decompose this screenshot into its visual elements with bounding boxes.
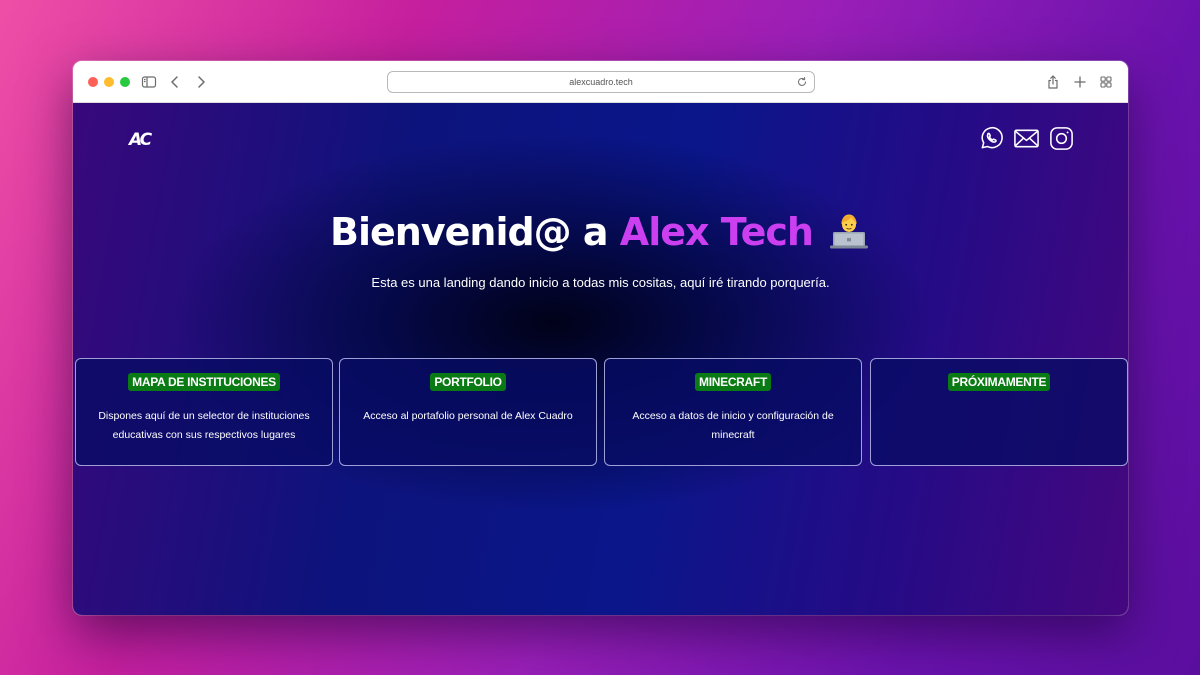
window-controls — [88, 77, 130, 87]
landing-page: AC Bienvenid@ a Alex Tech Esta es una la… — [73, 103, 1128, 615]
tab-overview-icon[interactable] — [1098, 74, 1114, 90]
title-accent: Alex Tech — [619, 210, 814, 254]
browser-window: alexcuadro.tech AC Bienvenid@ a Alex Tec… — [73, 61, 1128, 615]
reload-icon[interactable] — [796, 76, 808, 88]
card-title: MINECRAFT — [695, 373, 771, 391]
address-url: alexcuadro.tech — [569, 77, 633, 87]
card-title: PORTFOLIO — [430, 373, 506, 391]
zoom-window-button[interactable] — [120, 77, 130, 87]
card-mapa-de-instituciones[interactable]: MAPA DE INSTITUCIONES Dispones aquí de u… — [75, 358, 333, 466]
new-tab-icon[interactable] — [1072, 74, 1088, 90]
mail-icon[interactable] — [1013, 125, 1040, 152]
forward-icon[interactable] — [193, 74, 209, 90]
title-prefix: Bienvenid@ a — [330, 210, 620, 254]
card-proximamente[interactable]: PRÓXIMAMENTE — [870, 358, 1128, 466]
whatsapp-icon[interactable] — [978, 125, 1005, 152]
card-title: MAPA DE INSTITUCIONES — [128, 373, 280, 391]
close-window-button[interactable] — [88, 77, 98, 87]
instagram-icon[interactable] — [1048, 125, 1075, 152]
share-icon[interactable] — [1045, 74, 1061, 90]
card-title: PRÓXIMAMENTE — [947, 373, 1051, 391]
site-logo[interactable]: AC — [129, 130, 152, 150]
page-subtitle: Esta es una landing dando inicio a todas… — [371, 275, 830, 290]
address-bar[interactable]: alexcuadro.tech — [387, 71, 815, 93]
minimize-window-button[interactable] — [104, 77, 114, 87]
card-portfolio[interactable]: PORTFOLIO Acceso al portafolio personal … — [339, 358, 597, 466]
page-title: Bienvenid@ a Alex Tech — [73, 207, 1128, 254]
back-icon[interactable] — [167, 74, 183, 90]
card-grid: MAPA DE INSTITUCIONES Dispones aquí de u… — [75, 358, 1128, 466]
sidebar-toggle-icon[interactable] — [141, 74, 157, 90]
card-description: Acceso al portafolio personal de Alex Cu… — [363, 410, 573, 422]
browser-toolbar: alexcuadro.tech — [73, 61, 1128, 103]
card-minecraft[interactable]: MINECRAFT Acceso a datos de inicio y con… — [604, 358, 862, 466]
card-description: Acceso a datos de inicio y configuración… — [632, 410, 834, 441]
social-links — [978, 125, 1075, 152]
technologist-emoji-icon — [829, 214, 868, 249]
card-description: Dispones aquí de un selector de instituc… — [98, 410, 310, 441]
